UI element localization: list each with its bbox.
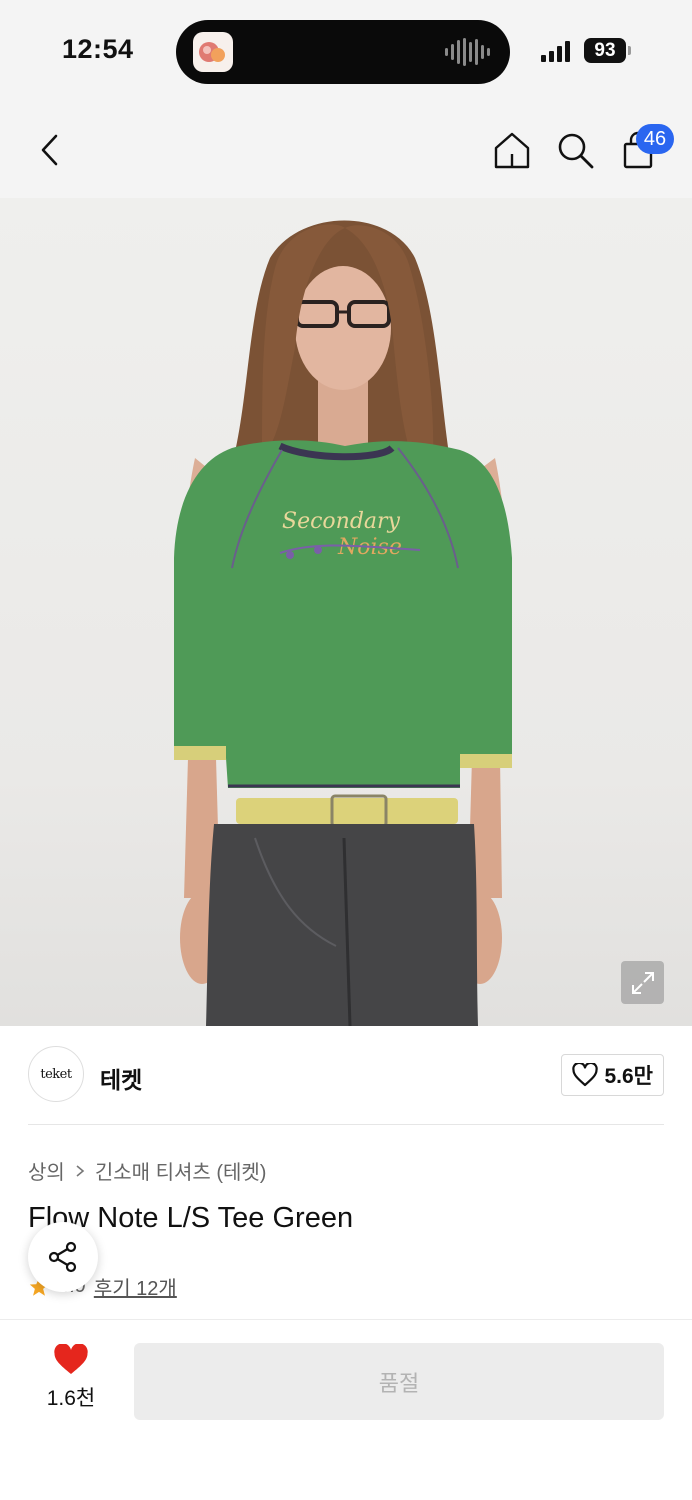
status-bar: 12:54 93 [0, 0, 692, 100]
battery-tip [628, 46, 631, 55]
search-button[interactable] [553, 128, 597, 172]
bottom-action-bar: 1.6천 품절 [0, 1319, 692, 1500]
heart-outline-icon [572, 1063, 599, 1087]
brand-row: teket 테켓 5.6만 [28, 1046, 664, 1104]
battery-icon: 93 [584, 38, 626, 63]
home-icon [494, 132, 530, 169]
sold-out-button[interactable]: 품절 [134, 1343, 664, 1420]
chevron-right-icon [76, 1164, 85, 1177]
top-nav-bar [0, 100, 692, 198]
breadcrumb-category[interactable]: 상의 [28, 1156, 65, 1185]
breadcrumb: 상의 긴소매 티셔츠 (테켓) [28, 1156, 266, 1185]
brand-name[interactable]: 테켓 [100, 1061, 142, 1095]
cart-count-badge: 46 [636, 124, 674, 154]
cellular-signal-icon [541, 40, 570, 62]
now-playing-app-icon[interactable] [193, 32, 233, 72]
chevron-left-icon [41, 134, 58, 166]
expand-image-button[interactable] [621, 961, 664, 1004]
divider [28, 1124, 664, 1125]
shirt-print-text-1: Secondary [282, 509, 401, 534]
back-button[interactable] [28, 128, 72, 172]
wishlist-button[interactable]: 1.6천 [36, 1344, 106, 1418]
brand-logo[interactable]: teket [28, 1046, 84, 1102]
breadcrumb-subcategory[interactable]: 긴소매 티셔츠 (테켓) [95, 1156, 267, 1185]
brand-like-count: 5.6만 [604, 1065, 653, 1088]
brand-logo-text: teket [40, 1066, 72, 1082]
share-icon [48, 1241, 77, 1273]
status-time: 12:54 [62, 34, 134, 64]
product-image[interactable]: Secondary Noise [0, 198, 692, 1026]
review-count-link[interactable]: 후기 12개 [94, 1272, 177, 1301]
wishlist-count: 1.6천 [46, 1387, 96, 1410]
home-button[interactable] [490, 128, 534, 172]
audio-wave-icon [445, 38, 490, 66]
share-button[interactable] [28, 1222, 98, 1292]
heart-filled-icon [54, 1344, 88, 1374]
dynamic-island[interactable] [176, 20, 510, 84]
brand-like-button[interactable]: 5.6만 [561, 1054, 664, 1096]
expand-icon [631, 971, 654, 994]
search-icon [558, 133, 594, 169]
product-photo-illustration: Secondary Noise [174, 220, 512, 1026]
